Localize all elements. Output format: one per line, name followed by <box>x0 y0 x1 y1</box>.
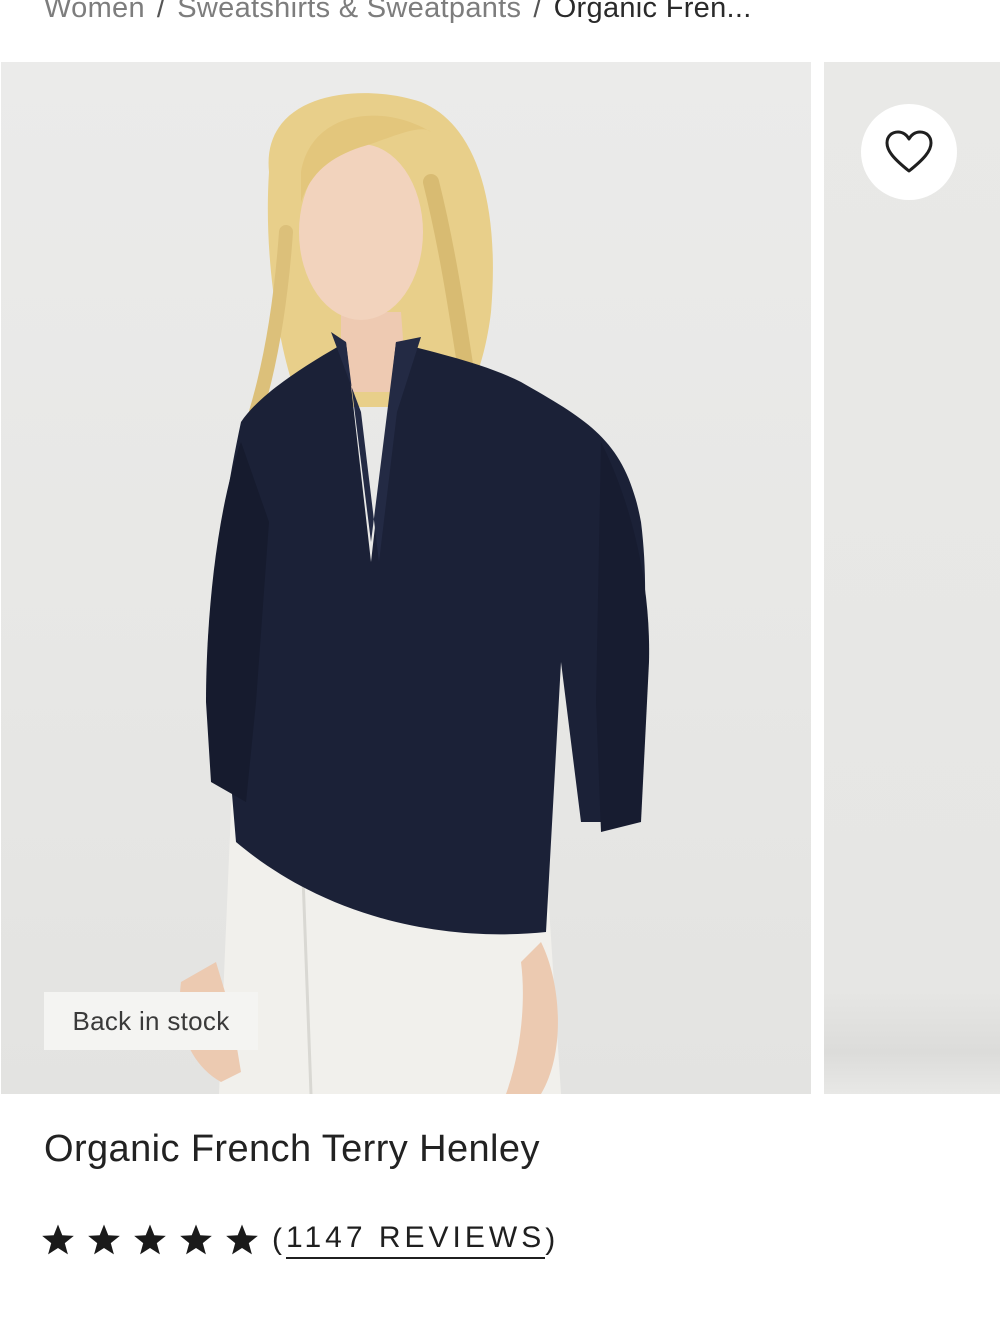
breadcrumb-current: Organic Fren... <box>553 0 752 24</box>
heart-outline-icon <box>885 130 933 173</box>
product-page: Women / Sweatshirts & Sweatpants / Organ… <box>0 0 1000 1333</box>
star-icon <box>88 1224 120 1255</box>
product-image-next[interactable] <box>824 62 1000 1094</box>
breadcrumb-link-women[interactable]: Women <box>44 0 145 25</box>
breadcrumb-separator: / <box>156 0 166 24</box>
breadcrumb-link-sweatshirts[interactable]: Sweatshirts & Sweatpants <box>177 0 521 25</box>
star-icon <box>226 1224 258 1255</box>
stock-badge: Back in stock <box>44 992 258 1050</box>
reviews-count: ( 1147 REVIEWS ) <box>272 1221 559 1259</box>
image-gallery[interactable]: Back in stock <box>0 62 1000 1094</box>
product-photo <box>179 93 650 1094</box>
product-image-main[interactable]: Back in stock <box>1 62 811 1094</box>
reviews-close-paren: ) <box>545 1223 560 1256</box>
reviews-open-paren: ( <box>272 1223 286 1256</box>
product-rating: ( 1147 REVIEWS ) <box>40 1216 559 1264</box>
star-icon <box>134 1224 166 1255</box>
star-rating <box>40 1223 260 1257</box>
star-icon <box>180 1224 212 1255</box>
breadcrumb-separator: / <box>533 0 542 24</box>
reviews-link[interactable]: 1147 REVIEWS <box>286 1221 546 1259</box>
product-title: Organic French Terry Henley <box>44 1128 540 1170</box>
breadcrumb: Women / Sweatshirts & Sweatpants / Organ… <box>44 0 752 30</box>
wishlist-button[interactable] <box>861 104 957 200</box>
star-icon <box>42 1224 74 1255</box>
